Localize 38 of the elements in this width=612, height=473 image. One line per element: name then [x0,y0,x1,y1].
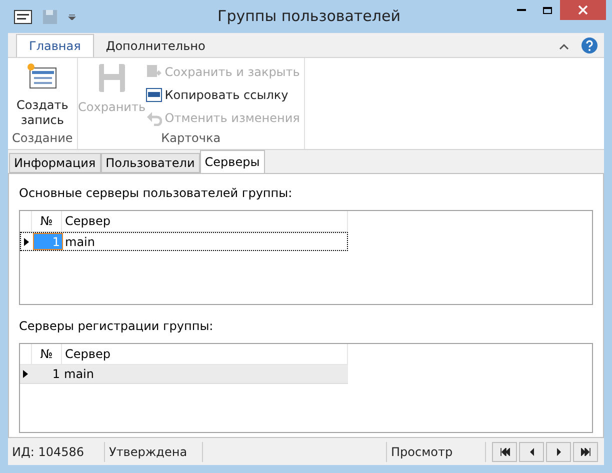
grid-row[interactable]: 1 main [20,232,348,251]
status-field: ИД: 104586 [8,442,105,462]
collapse-ribbon-icon[interactable] [559,43,569,50]
ribbon-tab[interactable]: Главная [16,34,94,57]
double-arrow-icon [500,448,510,456]
nav-button[interactable] [519,442,544,462]
nav-button[interactable] [546,442,571,462]
tab[interactable]: Пользователи [100,153,200,173]
close-icon [578,5,588,15]
tab[interactable]: Информация [9,153,101,173]
close-button[interactable] [560,0,606,20]
table-cell-text: main [63,366,95,383]
column-header[interactable]: Сервер [62,211,348,231]
grid-caption: Серверы регистрации группы: [19,318,214,335]
undo-icon [146,110,162,126]
ribbon-group-label: Создание [12,130,73,147]
tab[interactable]: Серверы [200,150,265,173]
ribbon-group-label: Карточка [161,130,221,147]
window-title: Группы пользователей [216,6,402,28]
ribbon-button[interactable]: Копировать ссылку [146,85,300,105]
column-header[interactable]: Сервер [62,344,348,364]
table-cell: 1 [33,233,63,250]
table-cell-text: 1 [51,366,61,383]
dropdown-caret-icon[interactable] [68,14,76,20]
table-cell-text: main [64,234,96,250]
nav-button[interactable] [492,442,517,462]
ribbon-tab[interactable]: Дополнительно [94,34,218,57]
grid-caption: Основные серверы пользователей группы: [19,185,294,202]
double-arrow-icon [580,448,590,456]
help-icon[interactable] [581,37,598,54]
column-header[interactable]: № [32,211,62,231]
status-field: Утверждена [105,442,203,462]
status-field: Просмотр [387,442,486,462]
nav-button[interactable] [573,442,598,462]
grid-row[interactable]: 1 main [20,365,348,384]
window-menu-icon[interactable] [14,10,32,24]
column-header[interactable]: № [32,344,62,364]
ribbon-button[interactable]: Создать запись [12,62,72,129]
